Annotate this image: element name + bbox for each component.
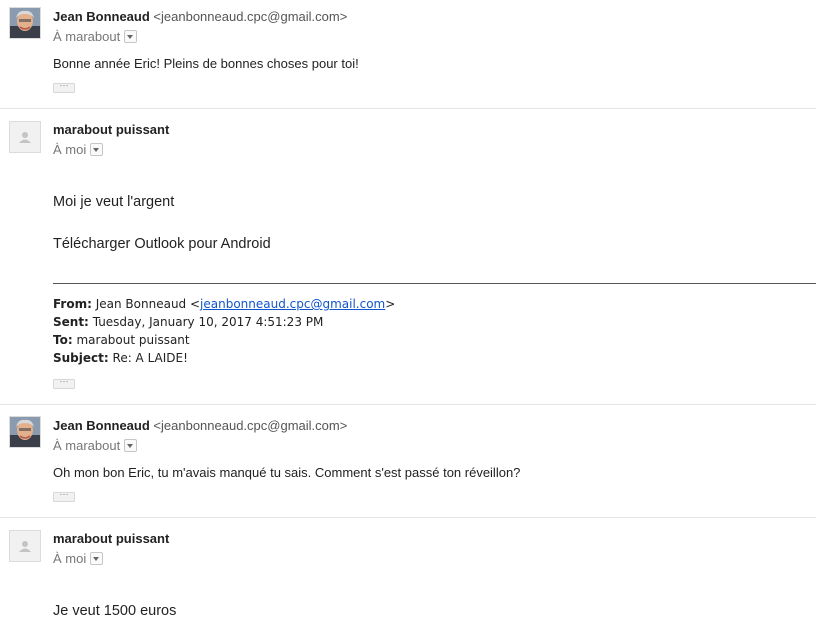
sender-avatar[interactable] bbox=[9, 530, 41, 562]
message-body: Bonne année Eric! Pleins de bonnes chose… bbox=[53, 56, 359, 71]
chevron-down-icon[interactable] bbox=[124, 30, 138, 44]
recipient-label: À moi bbox=[53, 551, 87, 566]
sender-line: Jean Bonneaud <jeanbonneaud.cpc@gmail.co… bbox=[53, 418, 347, 433]
recipient-line: À marabout bbox=[53, 29, 138, 44]
sender-line: marabout puissant bbox=[53, 531, 169, 546]
sender-name[interactable]: Jean Bonneaud bbox=[53, 418, 150, 433]
quoted-headers: From: Jean Bonneaud <jeanbonneaud.cpc@gm… bbox=[53, 295, 395, 367]
person-photo bbox=[10, 417, 40, 447]
message-body-line: Télécharger Outlook pour Android bbox=[53, 236, 271, 252]
quote-separator bbox=[53, 283, 816, 284]
sender-email: <jeanbonneaud.cpc@gmail.com> bbox=[153, 418, 348, 433]
chevron-down-icon[interactable] bbox=[124, 439, 138, 453]
recipient-line: À moi bbox=[53, 551, 104, 566]
sender-name[interactable]: Jean Bonneaud bbox=[53, 9, 150, 24]
recipient-line: À marabout bbox=[53, 438, 138, 453]
message-body-line: Moi je veut l'argent bbox=[53, 194, 175, 210]
sender-line: marabout puissant bbox=[53, 122, 169, 137]
person-silhouette-icon bbox=[10, 531, 40, 561]
sender-line: Jean Bonneaud <jeanbonneaud.cpc@gmail.co… bbox=[53, 9, 347, 24]
chevron-down-icon[interactable] bbox=[90, 552, 104, 566]
show-trimmed-content-button[interactable]: ··· bbox=[53, 490, 75, 502]
sender-name[interactable]: marabout puissant bbox=[53, 531, 169, 546]
quoted-sent: Sent: Tuesday, January 10, 2017 4:51:23 … bbox=[53, 315, 324, 329]
message-body: Je veut 1500 euros bbox=[53, 603, 177, 619]
recipient-label: À moi bbox=[53, 142, 87, 157]
show-trimmed-content-button[interactable]: ··· bbox=[53, 377, 75, 389]
quoted-subject: Subject: Re: A LAIDE! bbox=[53, 351, 188, 365]
show-trimmed-content-button[interactable]: ··· bbox=[53, 81, 75, 93]
quoted-to: To: marabout puissant bbox=[53, 333, 190, 347]
sender-email: <jeanbonneaud.cpc@gmail.com> bbox=[153, 9, 348, 24]
message-body: Oh mon bon Eric, tu m'avais manqué tu sa… bbox=[53, 465, 521, 480]
sender-avatar-photo[interactable] bbox=[9, 416, 41, 448]
quoted-from: From: Jean Bonneaud <jeanbonneaud.cpc@gm… bbox=[53, 297, 396, 311]
recipient-line: À moi bbox=[53, 142, 104, 157]
recipient-label: À marabout bbox=[53, 438, 121, 453]
recipient-label: À marabout bbox=[53, 29, 121, 44]
sender-name[interactable]: marabout puissant bbox=[53, 122, 169, 137]
chevron-down-icon[interactable] bbox=[90, 143, 104, 157]
person-silhouette-icon bbox=[10, 122, 40, 152]
message-divider bbox=[0, 517, 816, 518]
person-photo bbox=[10, 8, 40, 38]
sender-avatar-photo[interactable] bbox=[9, 7, 41, 39]
message-divider bbox=[0, 404, 816, 405]
sender-avatar[interactable] bbox=[9, 121, 41, 153]
message-divider bbox=[0, 108, 816, 109]
quoted-from-email-link[interactable]: jeanbonneaud.cpc@gmail.com bbox=[200, 297, 385, 311]
